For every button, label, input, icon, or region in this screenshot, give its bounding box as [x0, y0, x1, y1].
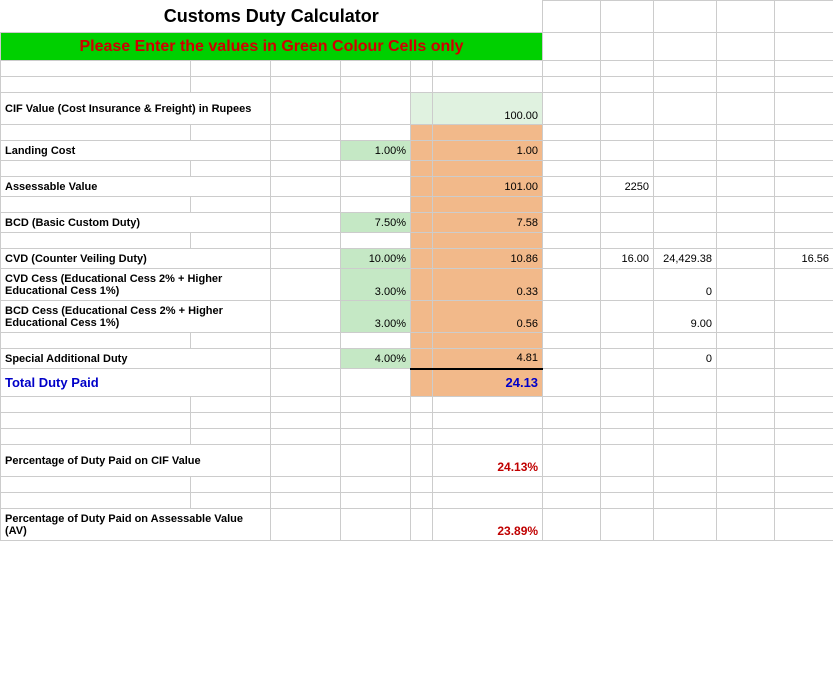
landing-value: 1.00 [433, 141, 543, 161]
bcdcess-extra-i: 9.00 [654, 301, 717, 333]
assessable-extra-h: 2250 [601, 177, 654, 197]
page-title: Customs Duty Calculator [1, 1, 543, 33]
cvd-pct[interactable]: 10.00% [341, 249, 411, 269]
pct-av-value: 23.89% [433, 509, 543, 541]
pct-cif-label: Percentage of Duty Paid on CIF Value [1, 445, 271, 477]
cvd-extra-k: 16.56 [775, 249, 833, 269]
cvd-extra-i: 24,429.38 [654, 249, 717, 269]
sad-value: 4.81 [433, 349, 543, 369]
bcdcess-label: BCD Cess (Educational Cess 2% + Higher E… [1, 301, 271, 333]
total-value: 24.13 [433, 369, 543, 397]
total-label: Total Duty Paid [1, 369, 271, 397]
cvd-label: CVD (Counter Veiling Duty) [1, 249, 271, 269]
cvd-extra-h: 16.00 [601, 249, 654, 269]
bcd-value: 7.58 [433, 213, 543, 233]
cvdcess-extra-i: 0 [654, 269, 717, 301]
bcdcess-value: 0.56 [433, 301, 543, 333]
landing-label: Landing Cost [1, 141, 271, 161]
bcd-label: BCD (Basic Custom Duty) [1, 213, 271, 233]
instruction-banner: Please Enter the values in Green Colour … [1, 33, 543, 61]
cif-value[interactable]: 100.00 [433, 93, 543, 125]
cvdcess-pct[interactable]: 3.00% [341, 269, 411, 301]
bcdcess-pct[interactable]: 3.00% [341, 301, 411, 333]
sad-pct[interactable]: 4.00% [341, 349, 411, 369]
spreadsheet-table: Customs Duty Calculator Please Enter the… [0, 0, 833, 541]
bcd-pct[interactable]: 7.50% [341, 213, 411, 233]
cvdcess-value: 0.33 [433, 269, 543, 301]
cif-label: CIF Value (Cost Insurance & Freight) in … [1, 93, 271, 125]
pct-cif-value: 24.13% [433, 445, 543, 477]
sad-extra-i: 0 [654, 349, 717, 369]
assessable-value: 101.00 [433, 177, 543, 197]
pct-av-label: Percentage of Duty Paid on Assessable Va… [1, 509, 271, 541]
sad-label: Special Additional Duty [1, 349, 271, 369]
cvd-value: 10.86 [433, 249, 543, 269]
cvdcess-label: CVD Cess (Educational Cess 2% + Higher E… [1, 269, 271, 301]
assessable-label: Assessable Value [1, 177, 271, 197]
landing-pct[interactable]: 1.00% [341, 141, 411, 161]
